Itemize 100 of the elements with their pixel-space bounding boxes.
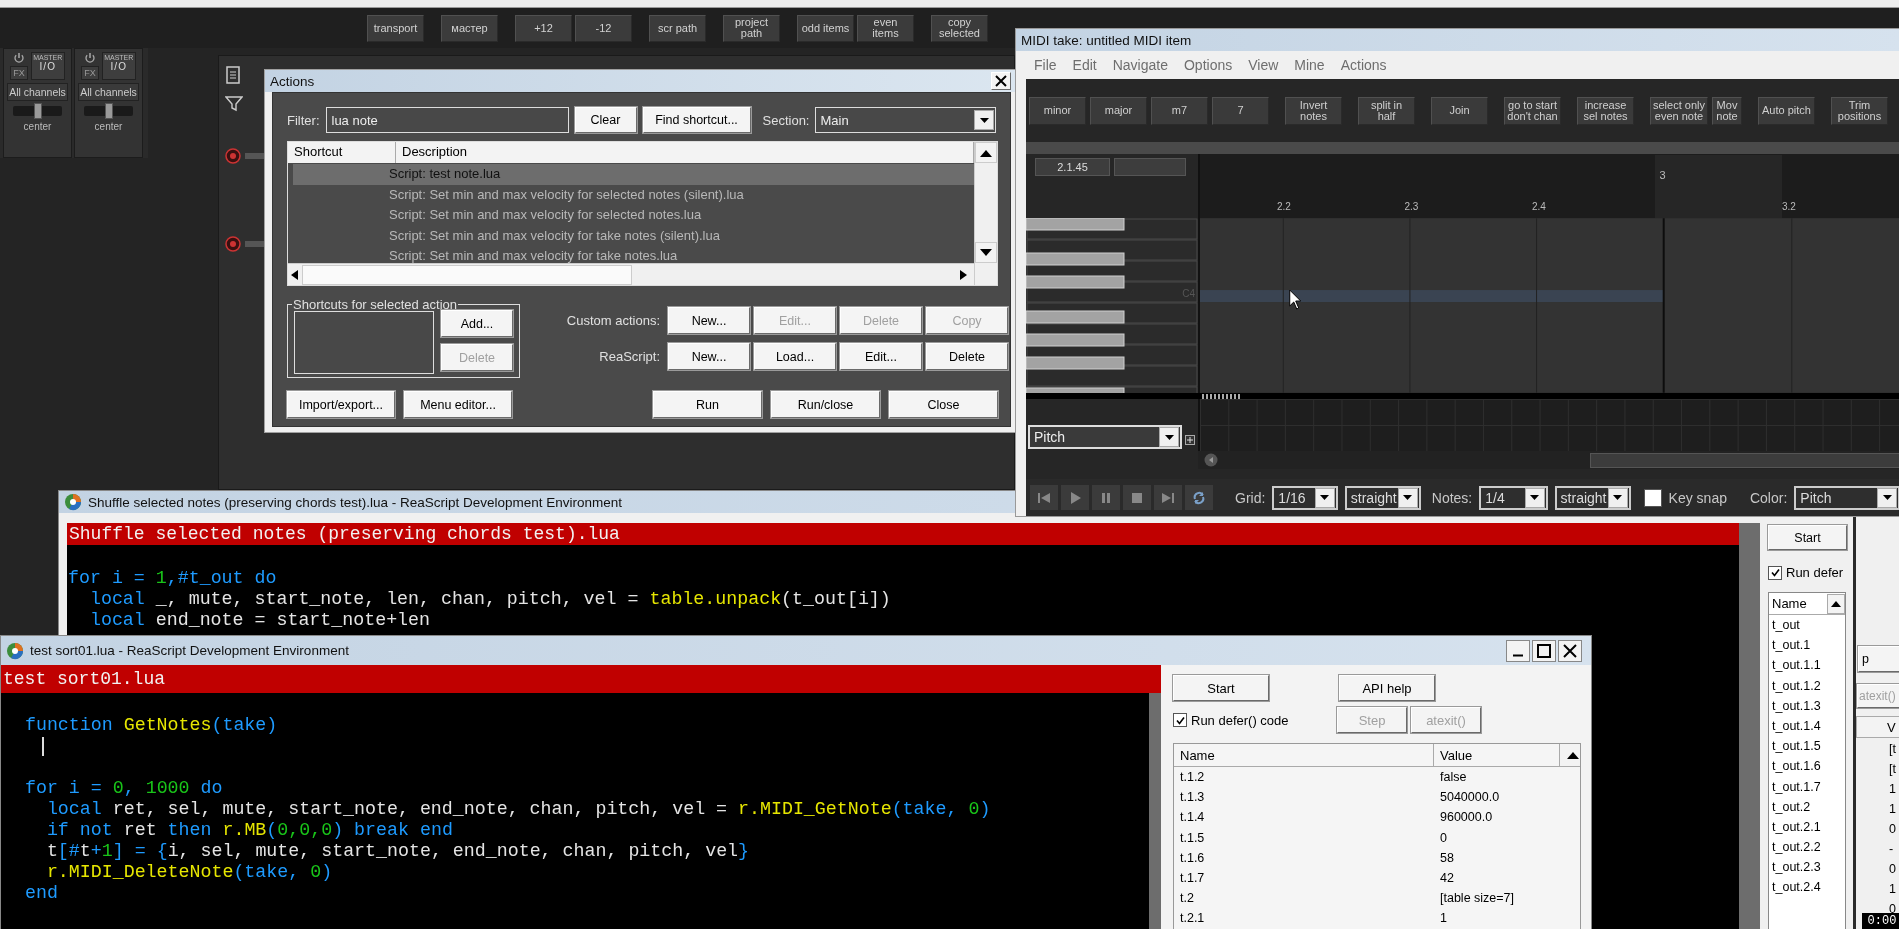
toolbar-button[interactable]: Invert notes xyxy=(1285,96,1342,125)
transport-button[interactable] xyxy=(1029,484,1059,511)
variable-name[interactable]: t_out.2.2 xyxy=(1769,837,1845,858)
menu-item[interactable]: Navigate xyxy=(1104,57,1176,73)
toolbar-button[interactable]: increase sel notes xyxy=(1577,96,1634,125)
maximize-button[interactable] xyxy=(1532,639,1556,662)
button[interactable]: Close xyxy=(889,391,998,418)
length-field[interactable] xyxy=(1114,158,1186,176)
pan-slider[interactable] xyxy=(84,106,133,116)
variable-name[interactable]: t_out.2.1 xyxy=(1769,816,1845,838)
toolbar-button[interactable]: major xyxy=(1090,96,1147,125)
close-button[interactable] xyxy=(1558,639,1582,662)
transport-button[interactable] xyxy=(1060,484,1090,511)
notes-type-dropdown[interactable]: straight xyxy=(1554,485,1631,510)
horizontal-scrollbar[interactable] xyxy=(1198,451,1899,469)
toolbar-button[interactable]: scr path xyxy=(649,14,706,42)
variable-name[interactable]: t_out.1.1 xyxy=(1769,655,1845,676)
transport-button[interactable] xyxy=(1091,484,1121,511)
toolbar-button[interactable]: m7 xyxy=(1151,96,1208,125)
button[interactable]: Run xyxy=(653,391,762,418)
timeline-ruler[interactable]: 2.2 2.3 2.4 3 3.2 xyxy=(1198,154,1899,218)
notes-dropdown[interactable]: 1/4 xyxy=(1479,485,1548,510)
button[interactable]: New... xyxy=(668,343,750,370)
menu-item[interactable]: Options xyxy=(1175,57,1241,73)
toolbar-button[interactable]: transport xyxy=(367,14,424,42)
find-shortcut-button[interactable]: Find shortcut... xyxy=(642,107,751,133)
start-button[interactable]: Start xyxy=(1768,525,1847,550)
variable-name[interactable]: t_out.1.2 xyxy=(1769,675,1845,696)
code-editor[interactable]: for i = 1,#t_out do local _, mute, start_note, len, chan, pitch, vel = table.unpack(t_out[i]) local end_note = start_note+len xyxy=(67,545,1739,634)
api-help-button[interactable]: API help xyxy=(1339,675,1435,701)
variable-name[interactable]: t_out.2.4 xyxy=(1769,877,1845,898)
action-row[interactable]: Script: test note.lua xyxy=(293,164,974,185)
action-row[interactable]: Script: Set min and max velocity for take notes (silent).lua xyxy=(293,225,974,246)
vertical-scrollbar[interactable] xyxy=(974,142,997,285)
checkbox[interactable] xyxy=(1768,565,1782,580)
grid-type-dropdown[interactable]: straight xyxy=(1344,485,1421,510)
checkbox[interactable] xyxy=(1173,713,1187,727)
menu-item[interactable]: Edit xyxy=(1064,57,1105,73)
pan-thumb[interactable] xyxy=(104,103,113,119)
toolbar-button[interactable]: project path xyxy=(723,14,780,42)
variable-name[interactable]: t_out.1.5 xyxy=(1769,736,1845,757)
toolbar-button[interactable]: split in half xyxy=(1358,96,1415,125)
variable-name[interactable]: t_out xyxy=(1769,615,1845,636)
section-dropdown[interactable]: Main xyxy=(815,107,997,133)
pan-slider[interactable] xyxy=(13,106,62,116)
variable-name[interactable]: t_out.1.7 xyxy=(1769,776,1845,797)
variable-name[interactable]: t_out.1.6 xyxy=(1769,756,1845,777)
variable-name[interactable]: t_out.1 xyxy=(1769,635,1845,656)
button[interactable]: Add... xyxy=(441,310,513,337)
toolbar-button[interactable]: even items xyxy=(857,14,914,42)
button[interactable]: p xyxy=(1858,646,1899,672)
action-row[interactable]: Script: Set min and max velocity for selected notes.lua xyxy=(293,205,974,226)
variable-name[interactable]: t_out.2 xyxy=(1769,796,1845,817)
code-editor[interactable] xyxy=(1,693,1149,929)
transport-button[interactable] xyxy=(1184,484,1214,511)
button[interactable]: Delete xyxy=(926,343,1008,370)
clear-button[interactable]: Clear xyxy=(574,107,637,133)
grid-dropdown[interactable]: 1/16 xyxy=(1272,485,1338,510)
toolbar-button[interactable]: Mov note xyxy=(1712,96,1742,125)
toolbar-button[interactable]: Join xyxy=(1431,96,1488,125)
lane-dropdown[interactable]: Pitch xyxy=(1028,425,1182,449)
position-field[interactable]: 2.1.45 xyxy=(1035,158,1110,176)
toolbar-button[interactable]: select only even note xyxy=(1650,96,1708,125)
fx-button[interactable]: FX xyxy=(10,66,28,80)
color-dropdown[interactable]: Pitch xyxy=(1794,485,1899,510)
toolbar-button[interactable]: -12 xyxy=(575,14,632,42)
button[interactable]: Load... xyxy=(754,343,836,370)
toolbar-button[interactable]: Auto pitch xyxy=(1758,96,1815,125)
horizontal-scrollbar[interactable] xyxy=(288,263,974,285)
variable-name[interactable]: t_out.1.3 xyxy=(1769,695,1845,716)
button[interactable]: Import/export... xyxy=(287,391,395,418)
column-header[interactable]: Name xyxy=(1772,596,1807,611)
toolbar-button[interactable]: go to start don't chan xyxy=(1504,96,1561,125)
menu-item[interactable]: File xyxy=(1026,57,1065,73)
scroll-thumb[interactable] xyxy=(1589,452,1899,468)
menu-item[interactable]: Actions xyxy=(1332,57,1395,73)
column-header[interactable]: V xyxy=(1856,716,1899,738)
toolbar-button[interactable]: 7 xyxy=(1212,96,1269,125)
column-header[interactable]: Shortcut xyxy=(288,142,396,163)
variable-name[interactable]: t_out.1.4 xyxy=(1769,715,1845,737)
menu-item[interactable]: Mine xyxy=(1286,57,1333,73)
button[interactable]: New... xyxy=(668,307,750,334)
filter-field[interactable]: lua note xyxy=(325,107,569,133)
button[interactable]: Run/close xyxy=(771,391,880,418)
column-header[interactable]: Name xyxy=(1174,744,1434,766)
column-header[interactable]: Value xyxy=(1434,744,1559,766)
button[interactable]: Edit... xyxy=(840,343,922,370)
pan-thumb[interactable] xyxy=(33,103,42,119)
toolbar-button[interactable]: minor xyxy=(1029,96,1086,125)
start-button[interactable]: Start xyxy=(1173,675,1269,701)
toolbar-button[interactable]: copy selected xyxy=(931,14,988,42)
action-row[interactable]: Script: Set min and max velocity for take notes.lua xyxy=(293,246,974,263)
action-row[interactable]: Script: Set min and max velocity for selected notes (silent).lua xyxy=(293,184,974,205)
fx-button[interactable]: FX xyxy=(81,66,99,80)
checkbox[interactable] xyxy=(1643,488,1662,507)
variable-name[interactable]: t_out.2.3 xyxy=(1769,857,1845,878)
transport-button[interactable] xyxy=(1153,484,1183,511)
toolbar-button[interactable]: odd items xyxy=(797,14,854,42)
toolbar-button[interactable]: +12 xyxy=(515,14,572,42)
toolbar-button[interactable]: Trim positions xyxy=(1831,96,1888,125)
